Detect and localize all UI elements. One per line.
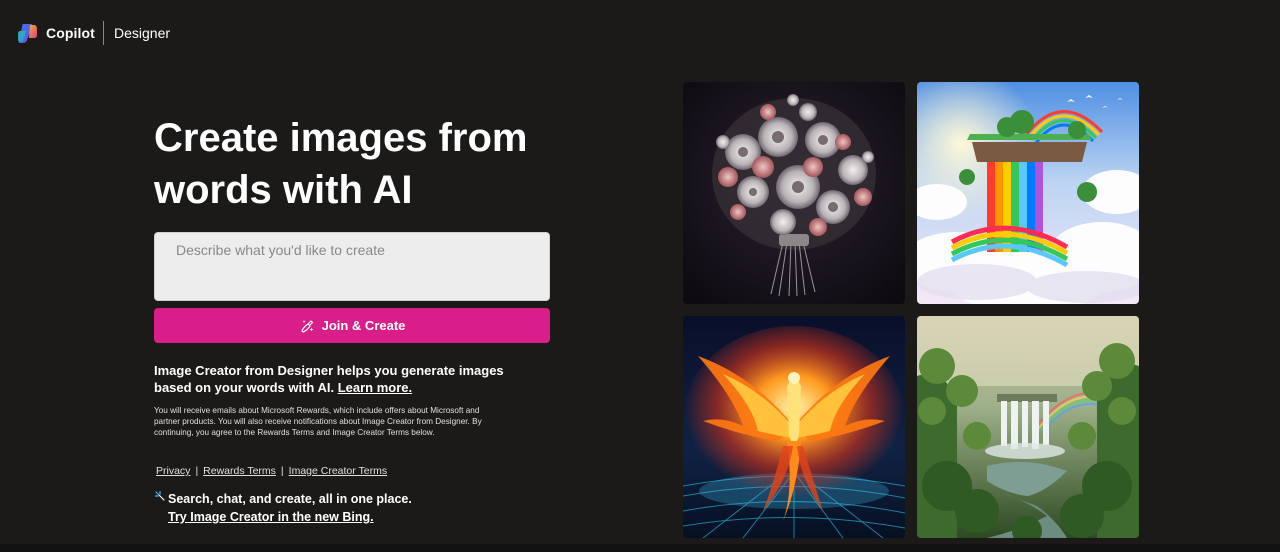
legal-links: Privacy | Rewards Terms | Image Creator … xyxy=(156,465,387,477)
join-and-create-label: Join & Create xyxy=(321,318,406,333)
bottom-strip xyxy=(0,544,1280,552)
top-bar: Copilot Designer xyxy=(0,0,1280,64)
rewards-terms-link[interactable]: Rewards Terms xyxy=(203,465,276,477)
legal-separator: | xyxy=(195,465,199,477)
jungle-waterfall-art xyxy=(917,316,1139,538)
try-new-bing-link[interactable]: Try Image Creator in the new Bing. xyxy=(168,510,374,524)
sparkle-icon xyxy=(155,491,165,501)
page-title: Create images from words with AI xyxy=(154,116,528,212)
product-name[interactable]: Designer xyxy=(114,25,170,41)
legal-separator: | xyxy=(280,465,284,477)
description-text: Image Creator from Designer helps you ge… xyxy=(154,363,504,395)
image-creator-terms-link[interactable]: Image Creator Terms xyxy=(289,465,387,477)
description: Image Creator from Designer helps you ge… xyxy=(154,362,544,396)
jungle-waterfall-image[interactable] xyxy=(917,316,1139,538)
prompt-box xyxy=(154,232,550,301)
promo-text: Search, chat, and create, all in one pla… xyxy=(168,492,412,506)
rewards-disclaimer: You will receive emails about Microsoft … xyxy=(154,406,482,437)
flower-bouquet-art xyxy=(683,82,905,304)
brand-name[interactable]: Copilot xyxy=(46,25,95,41)
privacy-link[interactable]: Privacy xyxy=(156,465,190,477)
header-divider xyxy=(103,21,104,45)
rainbow-waterfall-clouds-image[interactable] xyxy=(917,82,1139,304)
sparkle-brush-icon xyxy=(300,319,314,333)
flower-bouquet-image[interactable] xyxy=(683,82,905,304)
copilot-logo-icon[interactable] xyxy=(17,23,39,44)
join-and-create-button[interactable]: Join & Create xyxy=(154,308,550,343)
rainbow-waterfall-art xyxy=(917,82,1139,304)
learn-more-link[interactable]: Learn more. xyxy=(338,380,412,395)
fire-phoenix-image[interactable] xyxy=(683,316,905,538)
fire-phoenix-art xyxy=(683,316,905,538)
prompt-input[interactable] xyxy=(155,233,549,300)
